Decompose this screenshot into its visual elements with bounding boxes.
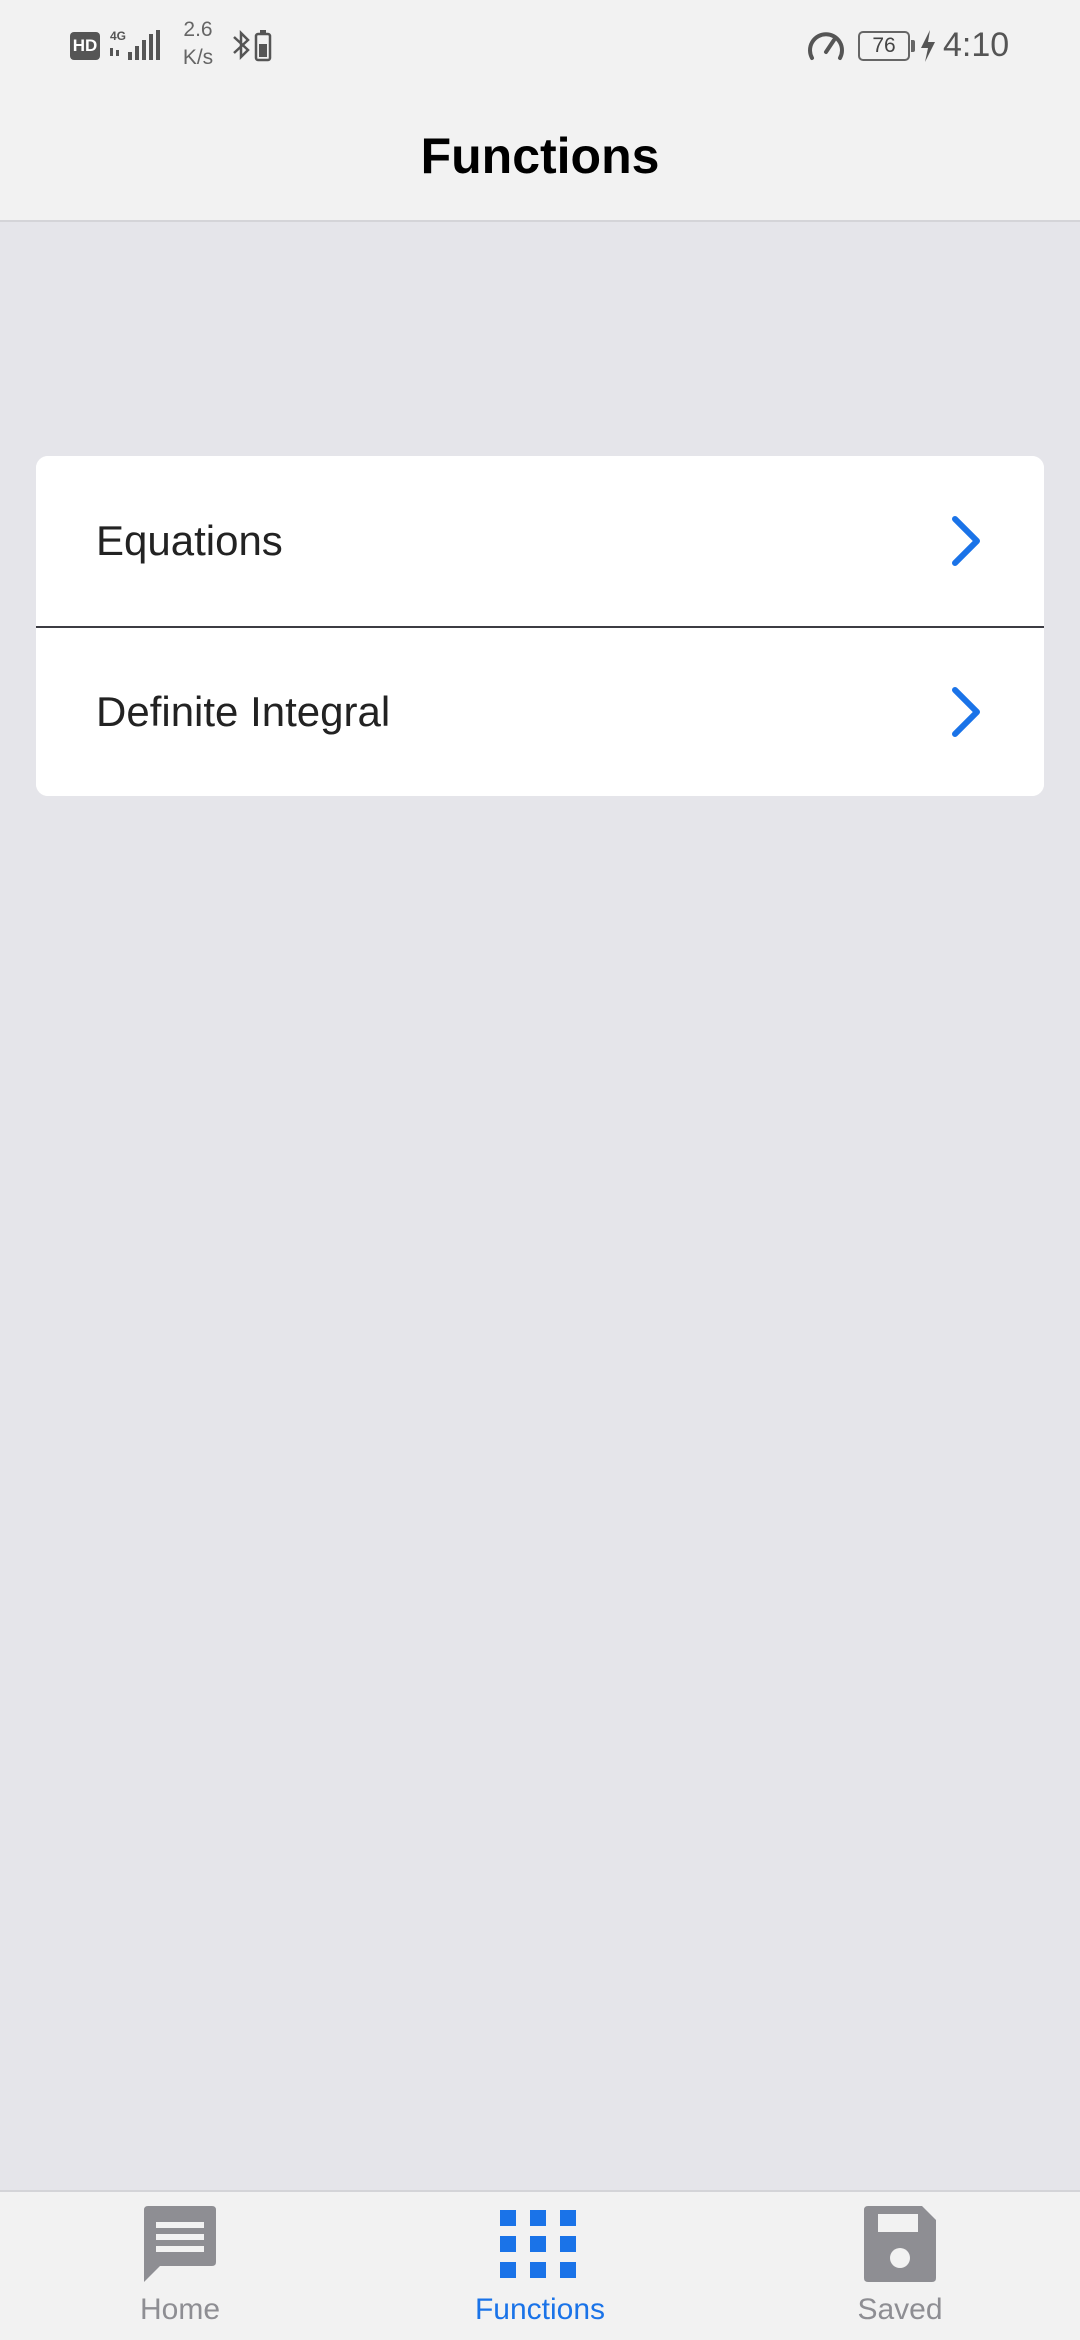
tab-label: Home [139, 2293, 221, 2326]
hd-badge: HD [70, 32, 100, 60]
speed-unit: K/s [182, 46, 214, 69]
speedometer-icon [808, 32, 844, 60]
tab-bar: Home Functions Saved [0, 2190, 1080, 2340]
list-item-definite-integral[interactable]: Definite Integral [36, 626, 1044, 796]
chevron-right-icon [952, 687, 980, 737]
status-time: 4:10 [943, 26, 1010, 64]
signal-4g-icon: 4G [110, 29, 160, 60]
network-type-label: 4G [110, 29, 126, 43]
list-item-label: Definite Integral [96, 688, 391, 735]
charging-icon [921, 30, 935, 62]
list-item-label: Equations [96, 517, 283, 564]
functions-list: Equations Definite Integral [36, 456, 1044, 796]
tab-label: Functions [474, 2293, 606, 2326]
page-title: Functions [420, 128, 660, 184]
tab-functions[interactable]: Functions [360, 2192, 720, 2340]
network-speed: 2.6 K/s [176, 16, 220, 72]
battery-tip [911, 40, 915, 52]
screen: HD 4G 2.6 K/s 76 4:10 Functions Equation… [0, 0, 1080, 2340]
chevron-right-icon [952, 516, 980, 566]
tab-home[interactable]: Home [0, 2192, 360, 2340]
navigation-bar: Functions [0, 90, 1080, 222]
grid-icon [500, 2210, 576, 2278]
battery-indicator: 76 [858, 31, 910, 61]
bluetooth-battery-icon [233, 29, 272, 62]
status-bar: HD 4G 2.6 K/s 76 4:10 [0, 0, 1080, 90]
message-lines-icon [144, 2206, 216, 2282]
tab-saved[interactable]: Saved [720, 2192, 1080, 2340]
list-item-equations[interactable]: Equations [36, 456, 1044, 626]
floppy-disk-icon [864, 2206, 936, 2282]
speed-value: 2.6 [183, 18, 213, 41]
tab-label: Saved [857, 2293, 943, 2326]
